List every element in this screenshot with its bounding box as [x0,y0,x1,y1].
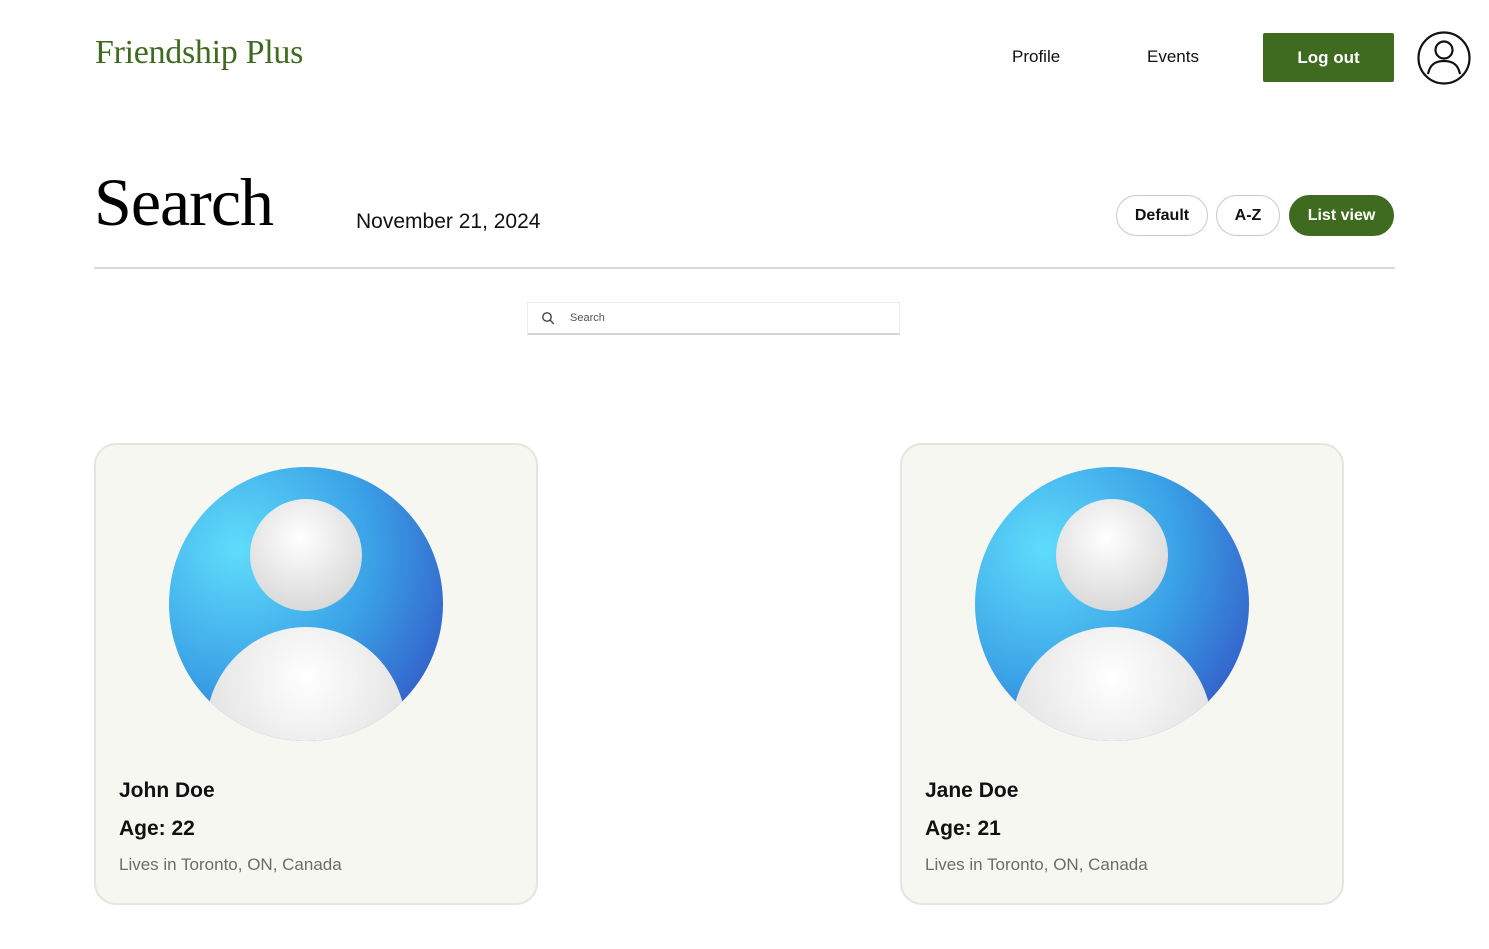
search-input[interactable] [570,312,899,324]
search-bar[interactable] [527,302,900,335]
search-page: Friendship Plus Profile Events Log out S… [0,0,1489,949]
profile-location: Lives in Toronto, ON, Canada [925,855,1148,874]
profile-location: Lives in Toronto, ON, Canada [119,855,342,874]
logout-button[interactable]: Log out [1263,33,1394,82]
current-date: November 21, 2024 [356,210,540,234]
search-icon [542,312,555,325]
profile-card[interactable]: Jane Doe Age: 21 Lives in Toronto, ON, C… [900,443,1344,905]
nav-profile-link[interactable]: Profile [1012,47,1060,67]
default-avatar-icon [169,467,443,741]
brand-logo[interactable]: Friendship Plus [95,34,303,72]
sort-default-button[interactable]: Default [1116,195,1208,236]
sort-az-button[interactable]: A-Z [1216,195,1280,236]
page-title: Search [94,164,274,240]
default-avatar-icon [975,467,1249,741]
user-circle-icon[interactable] [1416,30,1472,86]
profile-name: John Doe [119,779,215,802]
profile-age: Age: 21 [925,817,1001,840]
profile-card[interactable]: John Doe Age: 22 Lives in Toronto, ON, C… [94,443,538,905]
profile-name: Jane Doe [925,779,1019,802]
nav-events-link[interactable]: Events [1147,47,1199,67]
profile-age: Age: 22 [119,817,195,840]
date-day-year: 21, 2024 [452,210,541,233]
date-month: November [356,210,453,233]
header-divider [94,267,1395,269]
list-view-button[interactable]: List view [1289,195,1394,236]
